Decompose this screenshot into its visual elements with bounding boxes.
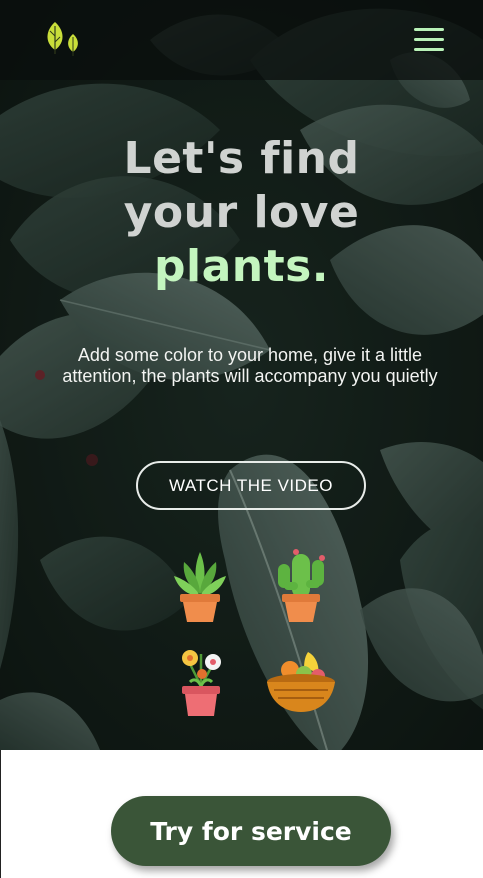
try-for-service-button[interactable]: Try for service: [111, 796, 391, 866]
hero-headline: Let's find your love plants.: [0, 132, 483, 294]
menu-bar: [414, 38, 444, 41]
watch-video-button[interactable]: WATCH THE VIDEO: [136, 461, 366, 510]
leaves-logo-icon[interactable]: [40, 18, 84, 58]
succulent-pot-icon: [174, 552, 226, 622]
cactus-pot-icon: [278, 549, 325, 622]
flower-pot-icon: [182, 650, 221, 716]
top-navbar: [0, 0, 483, 80]
hero-subtitle: Add some color to your home, give it a l…: [62, 345, 438, 386]
fruit-bowl-icon: [267, 652, 335, 712]
hamburger-menu-icon[interactable]: [410, 22, 450, 56]
page: Let's find your love plants. Add some co…: [0, 0, 483, 878]
hero-section: Let's find your love plants. Add some co…: [0, 0, 483, 750]
headline-accent: plants.: [153, 241, 330, 292]
headline-line-2: your love: [123, 187, 360, 238]
menu-bar: [414, 28, 444, 31]
headline-line-1: Let's find: [123, 133, 360, 184]
menu-bar: [414, 48, 444, 51]
